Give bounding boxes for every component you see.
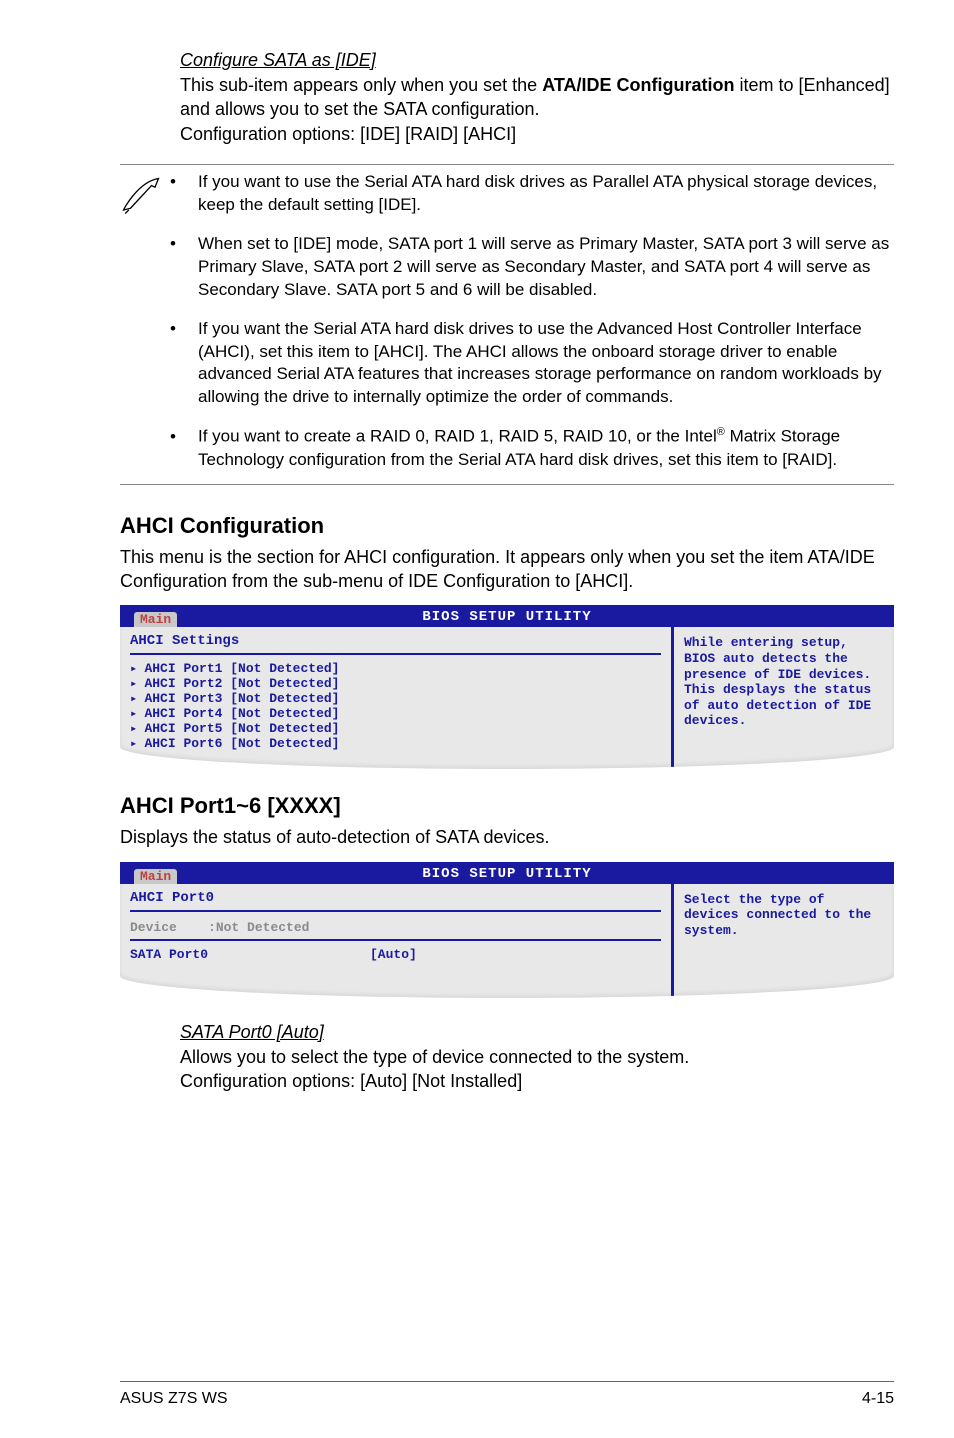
note-item-2: When set to [IDE] mode, SATA port 1 will…: [170, 233, 894, 302]
bios2-sata-label: SATA Port0: [130, 947, 370, 962]
bios1-item: AHCI Port4 [Not Detected]: [130, 706, 661, 721]
bios2-help-text: Select the type of devices connected to …: [684, 892, 884, 939]
para-text-a: This sub-item appears only when you set …: [180, 75, 542, 95]
bios2-panel-title: AHCI Port0: [130, 888, 661, 908]
bios2-device-label: Device: [130, 920, 177, 935]
bios1-title: BIOS SETUP UTILITY: [422, 609, 591, 625]
bios2-device-row: Device :Not Detected: [130, 918, 661, 937]
registered-symbol: ®: [717, 426, 725, 438]
bios2-title: BIOS SETUP UTILITY: [422, 866, 591, 882]
sata-port0-heading: SATA Port0 [Auto]: [180, 1022, 894, 1043]
page-footer: ASUS Z7S WS 4-15: [120, 1381, 894, 1408]
configure-sata-options: Configuration options: [IDE] [RAID] [AHC…: [180, 122, 894, 146]
bios1-panel-title: AHCI Settings: [130, 631, 661, 651]
bios-screenshot-1: BIOS SETUP UTILITY Main AHCI Settings AH…: [120, 605, 894, 769]
bios1-item: AHCI Port5 [Not Detected]: [130, 721, 661, 736]
ahci-config-paragraph: This menu is the section for AHCI config…: [120, 545, 894, 594]
bios1-item: AHCI Port6 [Not Detected]: [130, 736, 661, 751]
bios1-item: AHCI Port3 [Not Detected]: [130, 691, 661, 706]
bios1-help-text: While entering setup, BIOS auto detects …: [684, 635, 884, 729]
sata-port0-line1: Allows you to select the type of device …: [180, 1045, 894, 1069]
sata-port0-line2: Configuration options: [Auto] [Not Insta…: [180, 1069, 894, 1093]
ahci-port-paragraph: Displays the status of auto-detection of…: [120, 825, 894, 849]
bios1-tab: Main: [134, 612, 177, 627]
footer-page-number: 4-15: [862, 1390, 894, 1408]
note-item-4: If you want to create a RAID 0, RAID 1, …: [170, 425, 894, 472]
configure-sata-heading: Configure SATA as [IDE]: [180, 50, 894, 71]
configure-sata-paragraph: This sub-item appears only when you set …: [180, 73, 894, 122]
bios2-device-value: :Not Detected: [208, 920, 309, 935]
note-pencil-icon: [120, 171, 170, 472]
note4-prefix: If you want to create a RAID 0, RAID 1, …: [198, 427, 717, 446]
bios1-item: AHCI Port1 [Not Detected]: [130, 661, 661, 676]
bios2-tab: Main: [134, 869, 177, 884]
bios2-sata-value: [Auto]: [370, 947, 417, 962]
bios-screenshot-2: BIOS SETUP UTILITY Main AHCI Port0 Devic…: [120, 862, 894, 998]
footer-product: ASUS Z7S WS: [120, 1390, 228, 1408]
para-text-bold: ATA/IDE Configuration: [542, 75, 734, 95]
ahci-config-heading: AHCI Configuration: [120, 513, 894, 539]
note-item-1: If you want to use the Serial ATA hard d…: [170, 171, 894, 217]
note-item-3: If you want the Serial ATA hard disk dri…: [170, 318, 894, 410]
note-block: If you want to use the Serial ATA hard d…: [120, 164, 894, 485]
bios1-item: AHCI Port2 [Not Detected]: [130, 676, 661, 691]
ahci-port-heading: AHCI Port1~6 [XXXX]: [120, 793, 894, 819]
bios2-sata-row: SATA Port0 [Auto]: [130, 947, 661, 962]
